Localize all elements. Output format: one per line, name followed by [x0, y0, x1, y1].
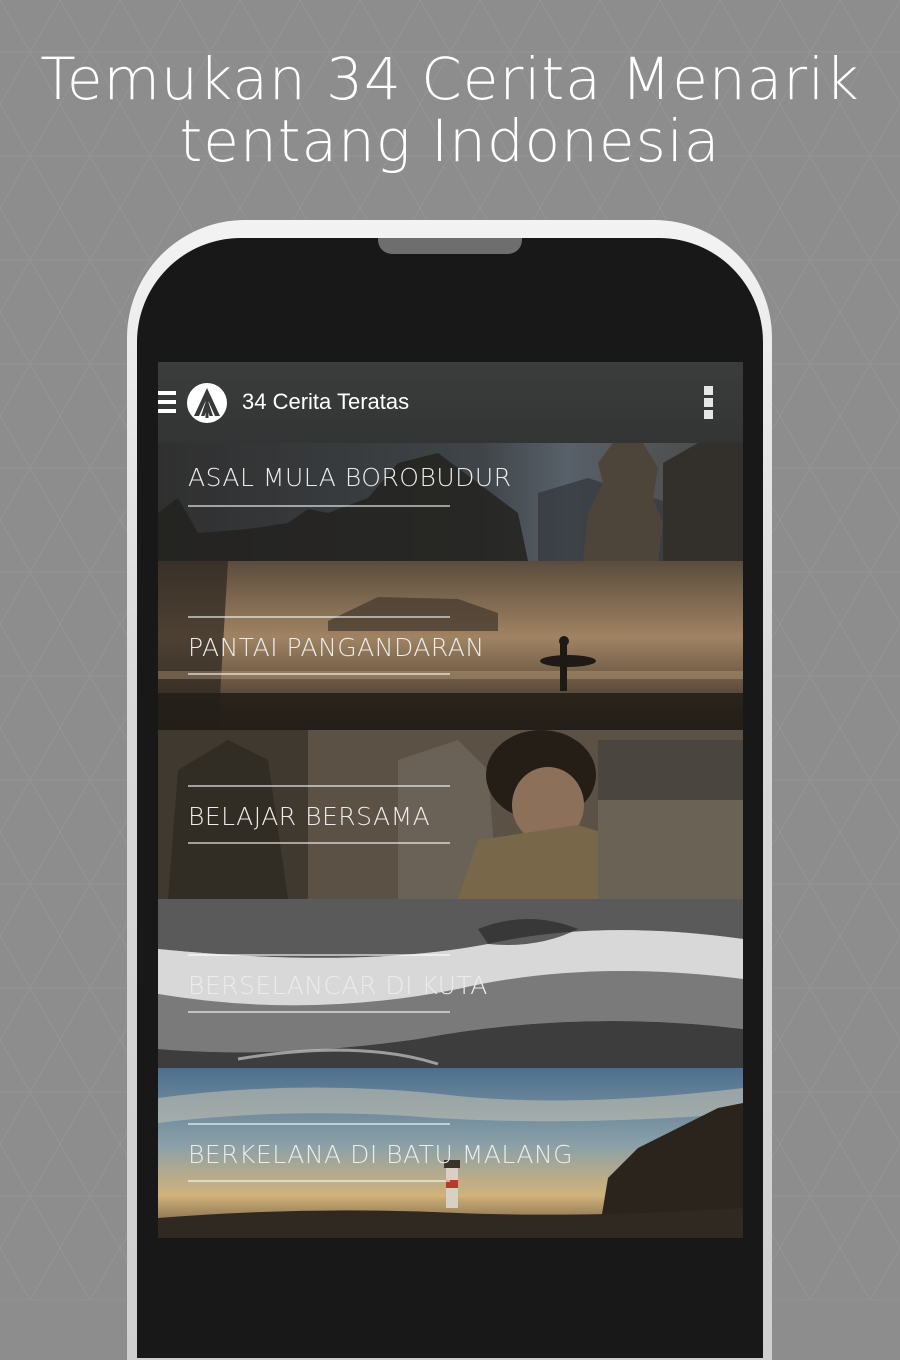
story-card-batu-malang[interactable]: BERKELANA DI BATU MALANG	[158, 1068, 743, 1238]
overflow-menu-icon[interactable]	[704, 386, 716, 420]
app-logo-icon[interactable]	[186, 382, 228, 424]
story-divider	[188, 842, 450, 844]
story-divider	[188, 954, 450, 956]
story-title: BERSELANCAR DI KUTA	[188, 971, 488, 1000]
story-divider	[188, 1180, 450, 1182]
action-bar: 34 Cerita Teratas	[158, 362, 743, 443]
story-title: BERKELANA DI BATU MALANG	[188, 1140, 574, 1169]
promo-headline: Temukan 34 Cerita Menarik tentang Indone…	[0, 48, 900, 172]
story-divider	[188, 616, 450, 618]
story-title: ASAL MULA BOROBUDUR	[188, 463, 512, 492]
headline-line-1: Temukan 34 Cerita Menarik	[40, 45, 860, 113]
headline-line-2: tentang Indonesia	[179, 107, 721, 175]
story-card-pangandaran[interactable]: PANTAI PANGANDARAN	[158, 561, 743, 730]
story-card-kuta[interactable]: BERSELANCAR DI KUTA	[158, 899, 743, 1068]
story-divider	[188, 505, 450, 507]
story-divider	[188, 1123, 450, 1125]
story-card-borobudur[interactable]: ASAL MULA BOROBUDUR	[158, 443, 743, 561]
story-card-belajar-bersama[interactable]: BELAJAR BERSAMA	[158, 730, 743, 899]
story-divider	[188, 785, 450, 787]
app-screen: 34 Cerita Teratas ASAL MULA BOROBUDUR PA…	[158, 362, 743, 1238]
action-bar-title: 34 Cerita Teratas	[242, 389, 410, 414]
story-title: PANTAI PANGANDARAN	[188, 633, 485, 662]
hamburger-menu-icon[interactable]	[158, 391, 176, 413]
story-divider	[188, 673, 450, 675]
story-divider	[188, 1011, 450, 1013]
borobudur-image	[158, 443, 743, 561]
phone-speaker	[378, 238, 522, 254]
story-title: BELAJAR BERSAMA	[188, 802, 431, 831]
